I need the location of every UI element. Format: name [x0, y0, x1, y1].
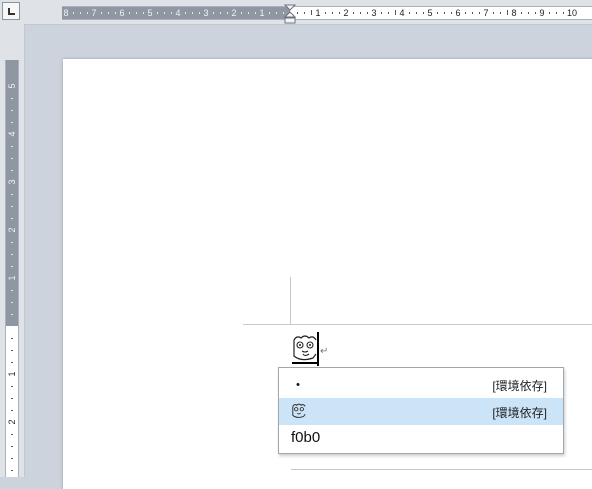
ruler-number: 1: [7, 371, 17, 377]
vertical-ruler-strip: 5 4 3 2 1 1 2: [5, 60, 19, 477]
ruler-number: 2: [231, 8, 237, 18]
face-glyph-icon: [292, 403, 306, 418]
candidate-item[interactable]: ・ [環境依存]: [279, 371, 563, 398]
ruler-number: 3: [7, 179, 17, 185]
margin-guide: [290, 277, 291, 324]
margin-guide: [243, 324, 592, 325]
horizontal-ruler[interactable]: 8 7 6 5 4 3 2 1 1 2 3 4 5 6 7 8 9 10: [0, 0, 592, 25]
ruler-number: 7: [91, 8, 97, 18]
candidate-item-selected[interactable]: [環境依存]: [279, 398, 563, 425]
ruler-number: 8: [63, 8, 69, 18]
left-tab-icon: [8, 8, 15, 15]
ruler-number: 8: [511, 8, 517, 18]
ruler-number: 5: [147, 8, 153, 18]
ruler-number: 6: [119, 8, 125, 18]
horizontal-ruler-strip: 8 7 6 5 4 3 2 1 1 2 3 4 5 6 7 8 9 10: [62, 6, 592, 20]
ruler-number: 3: [203, 8, 209, 18]
ruler-top-margin: [6, 60, 18, 326]
candidate-item[interactable]: f0b0: [279, 426, 563, 453]
ruler-number: 4: [7, 131, 17, 137]
indent-marker-icon[interactable]: [284, 4, 296, 24]
ruler-number: 3: [371, 8, 377, 18]
ruler-number: 5: [7, 83, 17, 89]
ruler-number: 5: [427, 8, 433, 18]
face-glyph-icon: [292, 335, 317, 364]
ruler-number: 1: [7, 275, 17, 281]
ime-candidate-list[interactable]: ・ [環境依存] [環境依存] f0b0: [278, 367, 564, 454]
ruler-number: 1: [259, 8, 265, 18]
tab-selector-button[interactable]: [2, 2, 20, 20]
candidate-label: f0b0: [291, 429, 321, 446]
paragraph-mark: ↵: [320, 346, 329, 357]
ruler-number: 4: [399, 8, 405, 18]
candidate-note: [環境依存]: [492, 379, 547, 393]
ruler-number: 2: [7, 227, 17, 233]
vertical-ruler[interactable]: 5 4 3 2 1 1 2: [0, 24, 25, 477]
candidate-note: [環境依存]: [492, 406, 547, 420]
ruler-number: 7: [483, 8, 489, 18]
text-caret: [317, 332, 319, 366]
ruler-number: 4: [175, 8, 181, 18]
ruler-number: 2: [343, 8, 349, 18]
ruler-number: 10: [566, 8, 578, 18]
candidate-label: ・: [291, 377, 305, 393]
ruler-number: 2: [7, 419, 17, 425]
ruler-number: 6: [455, 8, 461, 18]
ruler-number: 1: [315, 8, 321, 18]
ruler-number: 9: [539, 8, 545, 18]
text-line-guide: [291, 469, 592, 470]
